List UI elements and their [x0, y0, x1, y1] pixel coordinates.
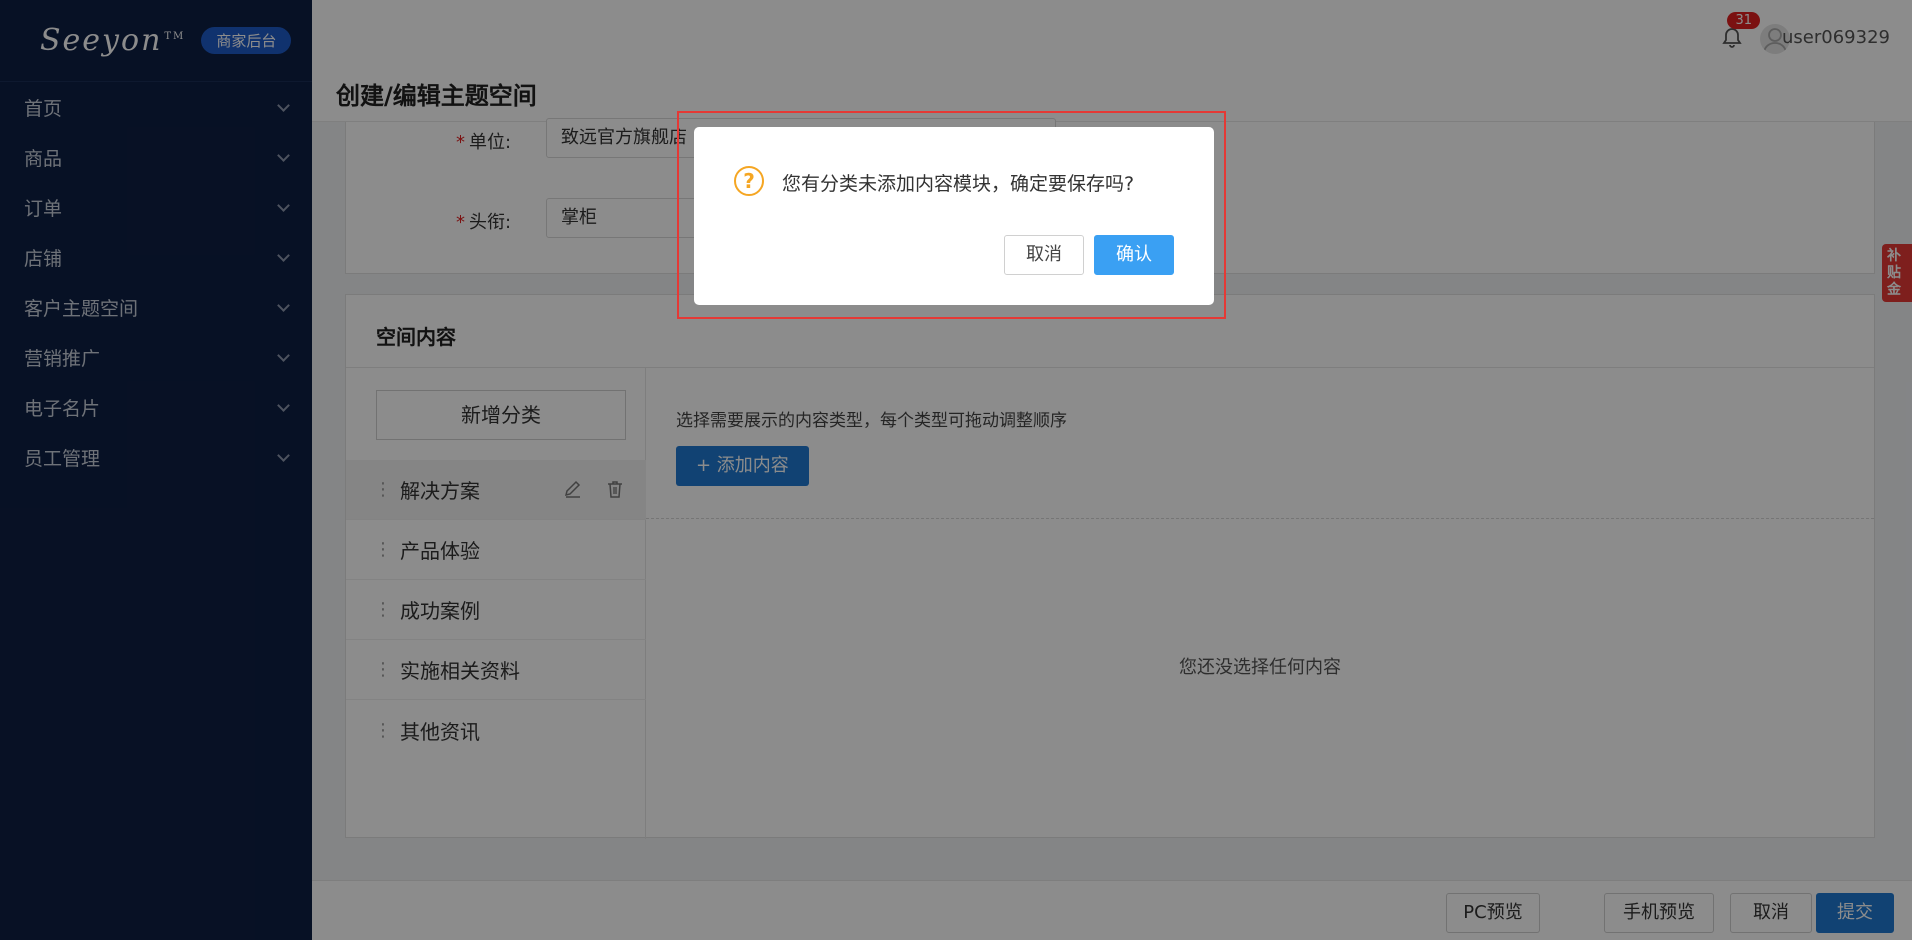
confirm-dialog: ? 您有分类未添加内容模块，确定要保存吗? 取消 确认 — [694, 127, 1214, 305]
dialog-message: 您有分类未添加内容模块，确定要保存吗? — [782, 173, 1135, 195]
dialog-confirm-button[interactable]: 确认 — [1094, 235, 1174, 275]
dialog-cancel-button[interactable]: 取消 — [1004, 235, 1084, 275]
question-icon: ? — [734, 166, 764, 196]
